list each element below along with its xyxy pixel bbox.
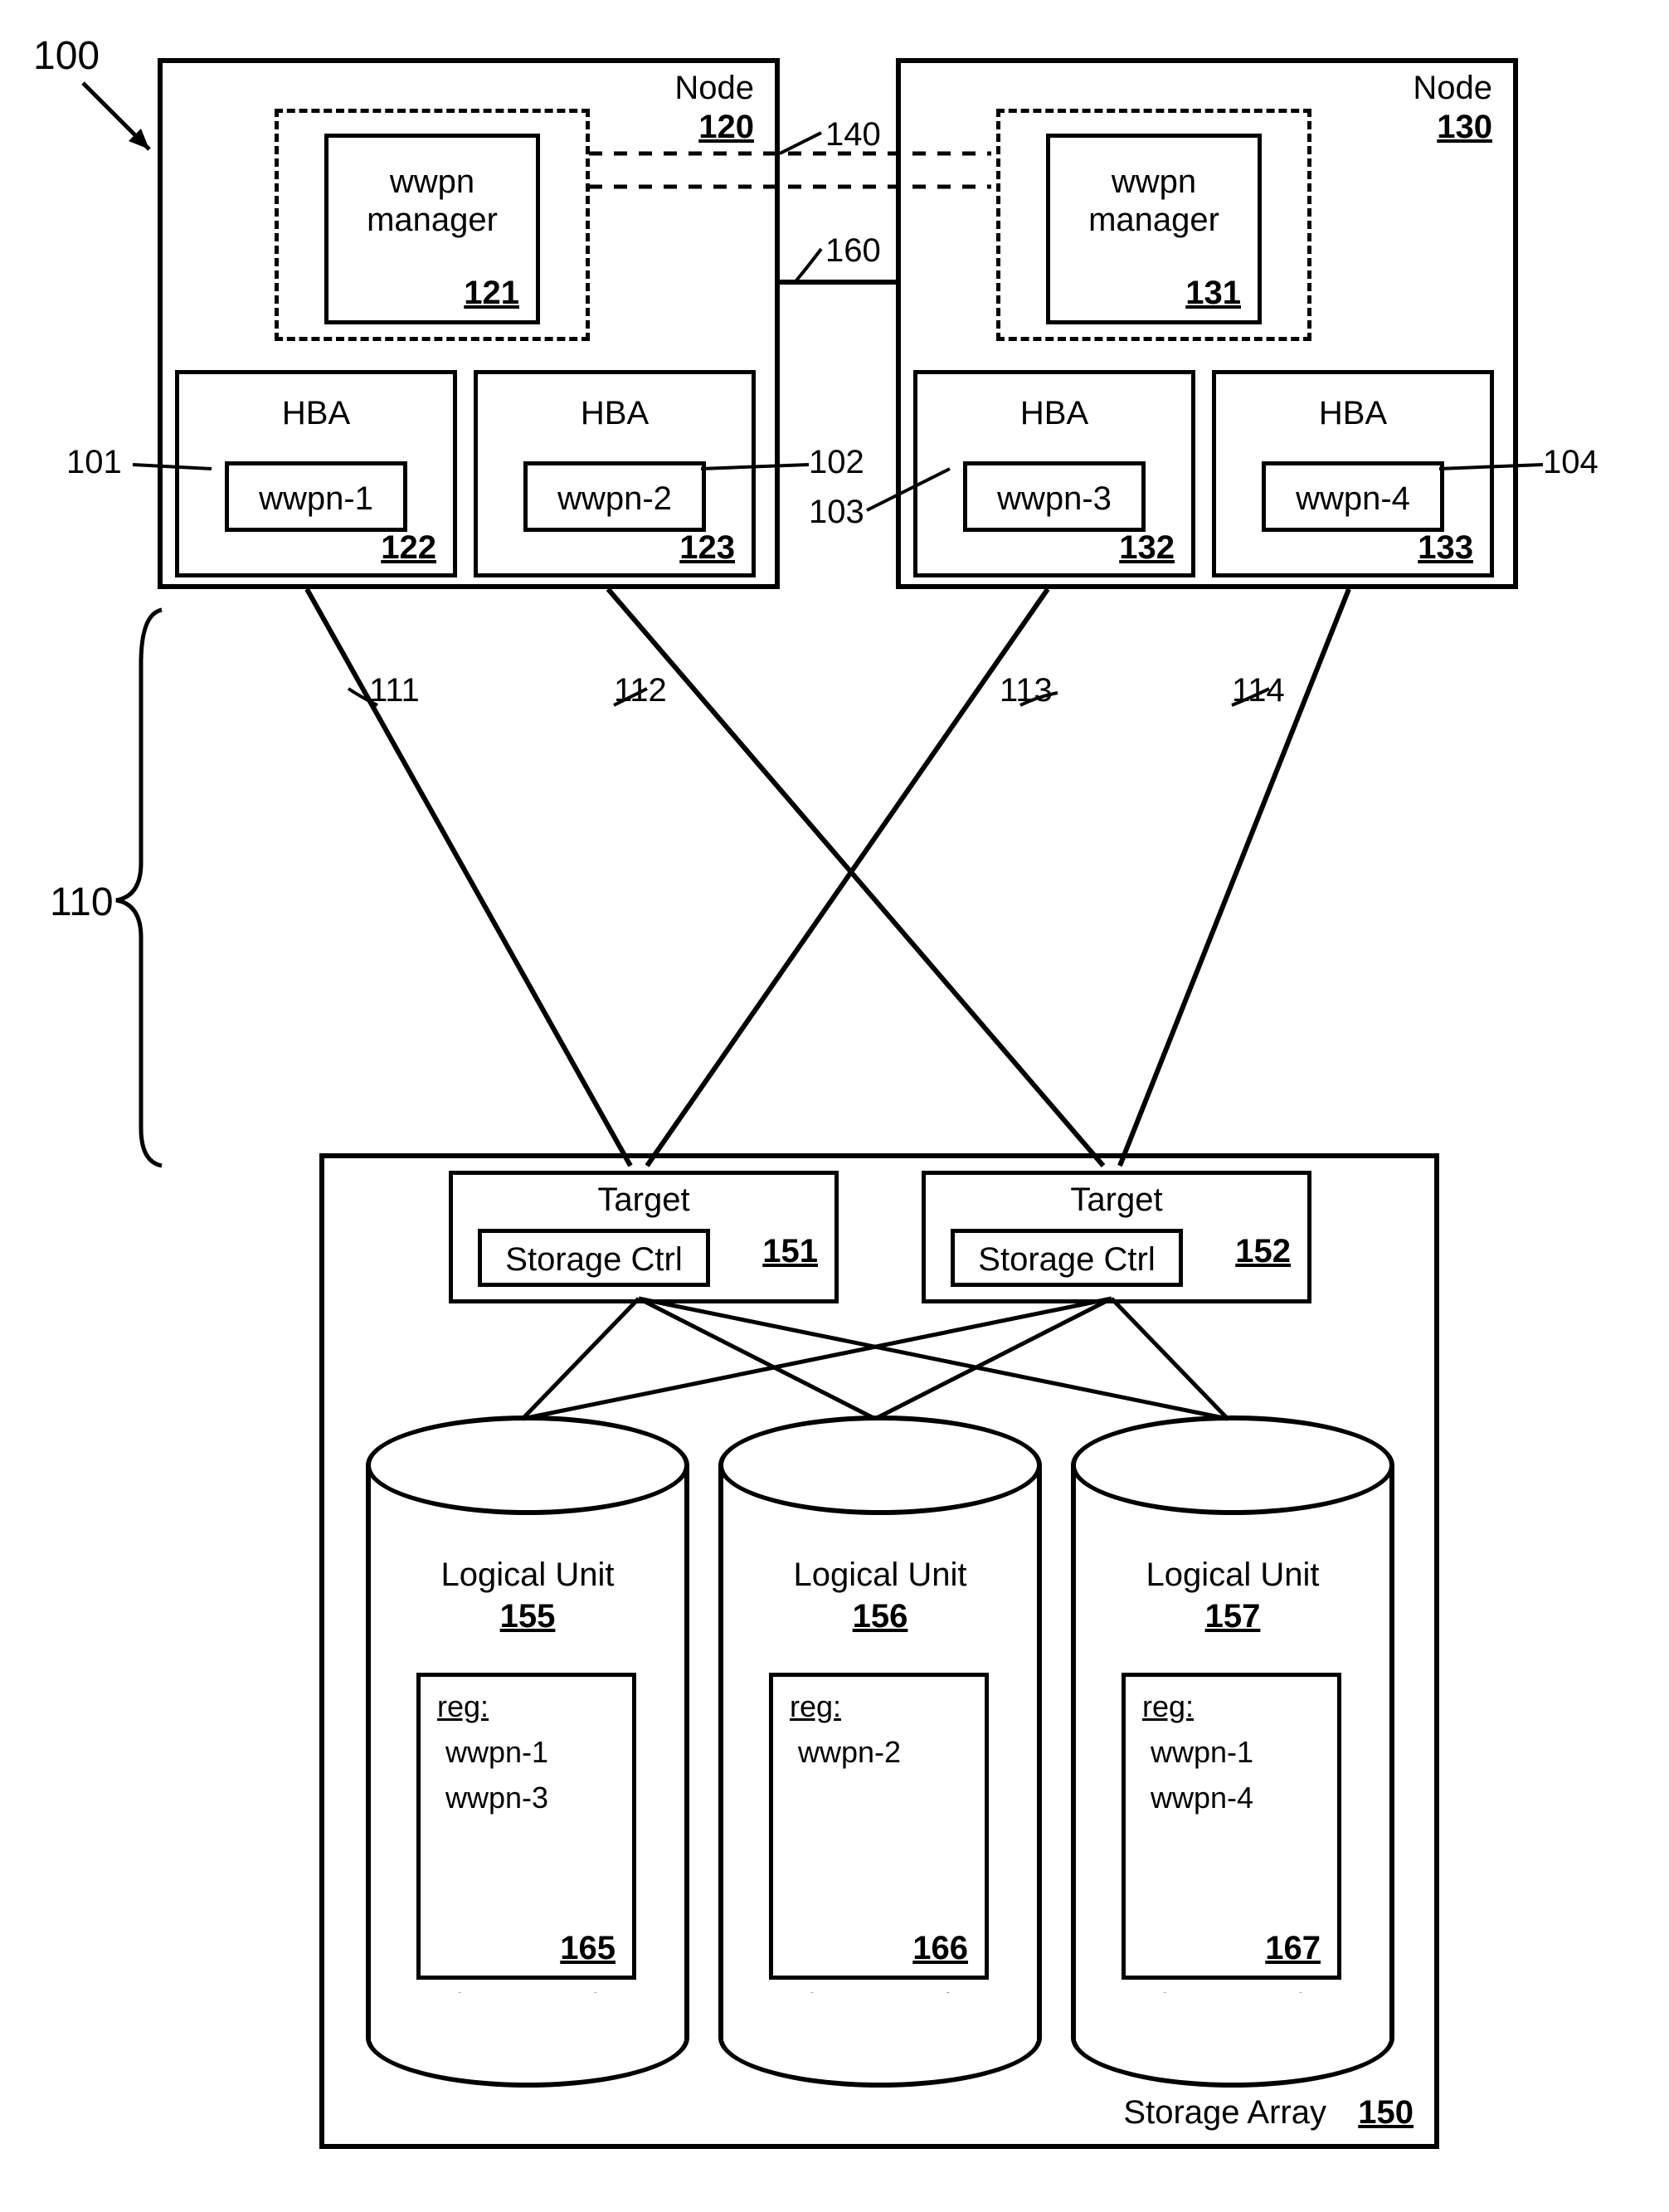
lu-157-reg-id: 167	[1265, 1930, 1321, 1967]
callout-113: 113	[1000, 672, 1053, 709]
lu-155-reg-label: reg:	[437, 1689, 489, 1724]
lu-155-reg-0: wwpn-1	[445, 1735, 548, 1770]
target-151-ctrl-label: Storage Ctrl	[482, 1241, 706, 1279]
target-151-ctrl: Storage Ctrl	[478, 1229, 710, 1287]
hba-123-title: HBA	[478, 395, 752, 432]
hba-133: HBA wwpn-4 133	[1212, 370, 1494, 577]
wwpn-2-box: wwpn-2	[523, 461, 706, 532]
lu-156-title: Logical Unit	[723, 1557, 1037, 1594]
lu-156: Logical Unit 156 reg: wwpn-2 166	[718, 1415, 1042, 2088]
wwpn-3-label: wwpn-3	[967, 480, 1141, 518]
lu-156-id: 156	[853, 1598, 908, 1635]
wwpn-mgr-131-title: wwpn manager	[1050, 163, 1258, 239]
wwpn-mgr-121-title: wwpn manager	[328, 163, 536, 239]
node-120-id: 120	[698, 109, 754, 146]
wwpn-mgr-131-id: 131	[1185, 275, 1241, 312]
hba-133-title: HBA	[1216, 395, 1490, 432]
wwpn-3-box: wwpn-3	[963, 461, 1146, 532]
hba-132-id: 132	[1119, 529, 1175, 567]
fabric-id: 110	[50, 879, 114, 925]
callout-114: 114	[1232, 672, 1285, 709]
target-152-title: Target	[926, 1182, 1307, 1219]
callout-104: 104	[1543, 444, 1598, 481]
lu-155-id: 155	[500, 1598, 556, 1635]
hba-122-id: 122	[381, 529, 436, 567]
wwpn-4-label: wwpn-4	[1266, 480, 1440, 518]
node-130: Node 130 wwpn manager 131 HBA wwpn-3 132…	[896, 58, 1518, 589]
wwpn-mgr-121-box: wwpn manager 121	[324, 134, 540, 324]
lu-155-reg-1: wwpn-3	[445, 1781, 548, 1815]
hba-122-title: HBA	[179, 395, 453, 432]
target-152-id: 152	[1235, 1233, 1291, 1270]
storage-array-title: Storage Array	[1123, 2094, 1326, 2132]
lu-155-reg: reg: wwpn-1 wwpn-3 165	[416, 1673, 636, 1980]
callout-160: 160	[825, 232, 881, 270]
wwpn-2-label: wwpn-2	[528, 480, 702, 518]
diagram-root: 100 Node 120 wwpn manager 121 HBA wwpn-1…	[33, 33, 1626, 2174]
wwpn-1-label: wwpn-1	[229, 480, 403, 518]
wwpn-mgr-121-container: wwpn manager 121	[275, 109, 590, 341]
lu-156-reg: reg: wwpn-2 166	[769, 1673, 989, 1980]
wwpn-4-box: wwpn-4	[1262, 461, 1444, 532]
storage-array: Storage Array 150 Target Storage Ctrl 15…	[319, 1153, 1439, 2149]
wwpn-mgr-121-id: 121	[464, 275, 519, 312]
lu-156-reg-label: reg:	[790, 1689, 841, 1724]
system-id-label: 100	[33, 33, 100, 79]
lu-155-title: Logical Unit	[371, 1557, 684, 1594]
lu-157-id: 157	[1205, 1598, 1261, 1635]
node-130-id: 130	[1437, 109, 1492, 146]
wwpn-mgr-131-container: wwpn manager 131	[996, 109, 1311, 341]
target-151-title: Target	[453, 1182, 834, 1219]
storage-array-id: 150	[1358, 2094, 1414, 2132]
node-130-title: Node	[1413, 70, 1492, 107]
lu-157: Logical Unit 157 reg: wwpn-1 wwpn-4 167	[1071, 1415, 1394, 2088]
callout-103: 103	[809, 494, 864, 531]
lu-156-reg-id: 166	[912, 1930, 968, 1967]
lu-155: Logical Unit 155 reg: wwpn-1 wwpn-3 165	[366, 1415, 689, 2088]
lu-155-reg-id: 165	[560, 1930, 616, 1967]
target-151: Target Storage Ctrl 151	[449, 1171, 839, 1303]
node-120-title: Node	[674, 70, 754, 107]
hba-132: HBA wwpn-3 132	[913, 370, 1195, 577]
lu-157-title: Logical Unit	[1076, 1557, 1389, 1594]
callout-111: 111	[369, 672, 420, 709]
target-152-ctrl: Storage Ctrl	[951, 1229, 1183, 1287]
lu-157-reg-label: reg:	[1142, 1689, 1194, 1724]
wwpn-1-box: wwpn-1	[225, 461, 407, 532]
lu-157-reg: reg: wwpn-1 wwpn-4 167	[1122, 1673, 1341, 1980]
callout-102: 102	[809, 444, 864, 481]
hba-123-id: 123	[679, 529, 735, 567]
lu-157-reg-0: wwpn-1	[1151, 1735, 1253, 1770]
callout-112: 112	[614, 672, 667, 709]
callout-140: 140	[825, 116, 881, 153]
hba-133-id: 133	[1418, 529, 1473, 567]
target-152: Target Storage Ctrl 152	[922, 1171, 1311, 1303]
hba-122: HBA wwpn-1 122	[175, 370, 457, 577]
lu-157-reg-1: wwpn-4	[1151, 1781, 1253, 1815]
hba-123: HBA wwpn-2 123	[474, 370, 756, 577]
target-152-ctrl-label: Storage Ctrl	[955, 1241, 1179, 1279]
node-120: Node 120 wwpn manager 121 HBA wwpn-1 122…	[158, 58, 780, 589]
wwpn-mgr-131-box: wwpn manager 131	[1046, 134, 1262, 324]
callout-101: 101	[66, 444, 122, 481]
target-151-id: 151	[762, 1233, 818, 1270]
hba-132-title: HBA	[917, 395, 1191, 432]
lu-156-reg-0: wwpn-2	[798, 1735, 901, 1770]
